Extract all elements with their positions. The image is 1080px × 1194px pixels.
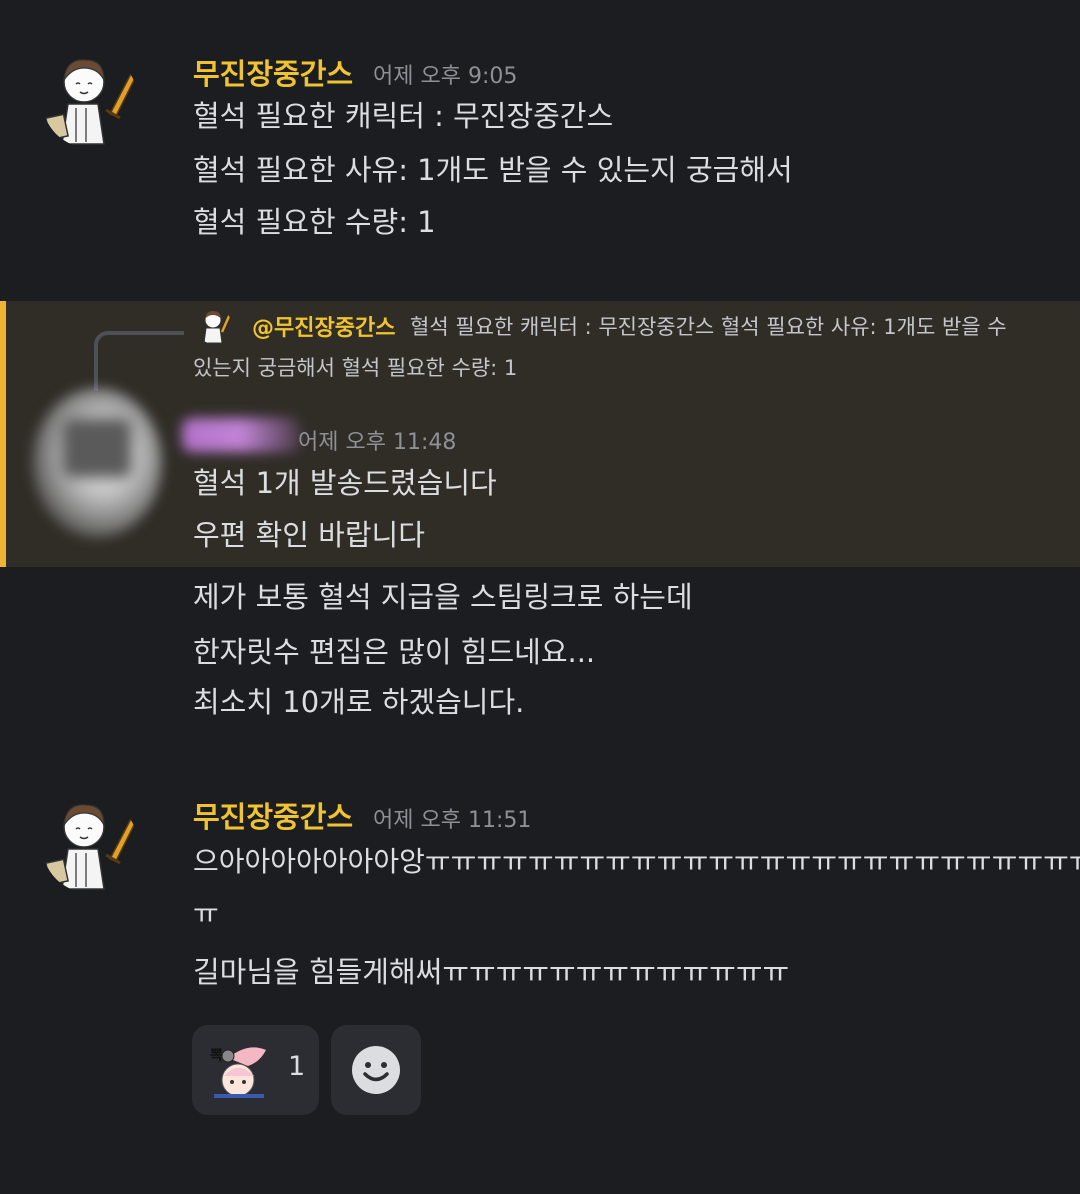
message-text: 으아아아아아아아앙ㅠㅠㅠㅠㅠㅠㅠㅠㅠㅠㅠㅠㅠㅠㅠㅠㅠㅠㅠㅠㅠㅠㅠㅠㅠㅠㅠ: [193, 845, 1080, 878]
message-text: 한자릿수 편집은 많이 힘드네요...: [193, 635, 596, 669]
svg-text:뽁: 뽁: [210, 1048, 223, 1064]
reply-connector: [94, 331, 184, 391]
username[interactable]: 무진장중간스: [193, 51, 353, 93]
custom-emoji-sticker-icon: 뽁: [208, 1040, 270, 1100]
reaction-button[interactable]: 뽁 1: [192, 1025, 319, 1115]
reaction-count: 1: [288, 1051, 306, 1082]
reply-preview-text[interactable]: 혈석 필요한 캐릭터 : 무진장중간스 혈석 필요한 사유: 1개도 받을 수: [410, 311, 1007, 341]
blurred-username[interactable]: [182, 418, 300, 452]
avatar[interactable]: [42, 797, 138, 893]
message-text: 길마님을 힘들게해써ㅠㅠㅠㅠㅠㅠㅠㅠㅠㅠㅠㅠㅠ: [193, 955, 790, 989]
smile-icon: [352, 1046, 400, 1094]
character-avatar-icon: [196, 308, 232, 344]
mention-highlight-bar: [0, 301, 6, 567]
message-text: 혈석 필요한 수량: 1: [193, 205, 436, 239]
username[interactable]: 무진장중간스: [193, 794, 353, 836]
timestamp[interactable]: 어제 오후 9:05: [373, 58, 517, 90]
message-text: 우편 확인 바랍니다: [193, 518, 425, 552]
reply-mention[interactable]: @무진장중간스: [252, 310, 395, 342]
message-text: 최소치 10개로 하겠습니다.: [193, 685, 525, 719]
character-avatar-icon: [42, 797, 138, 893]
chat-view: 무진장중간스 어제 오후 9:05 혈석 필요한 캐릭터 : 무진장중간스 혈석…: [0, 0, 1080, 1194]
blurred-avatar-detail: [62, 418, 132, 478]
message-text: 혈석 필요한 캐릭터 : 무진장중간스: [193, 99, 614, 133]
reply-avatar[interactable]: [196, 308, 232, 344]
avatar[interactable]: [42, 52, 138, 148]
timestamp[interactable]: 어제 오후 11:51: [373, 802, 531, 834]
message-text: 제가 보통 혈석 지급을 스팀링크로 하는데: [193, 580, 693, 614]
message-text: ㅠ: [193, 897, 219, 930]
character-avatar-icon: [42, 52, 138, 148]
add-reaction-button[interactable]: [331, 1025, 421, 1115]
message-text: 혈석 필요한 사유: 1개도 받을 수 있는지 궁금해서: [193, 153, 793, 187]
timestamp[interactable]: 어제 오후 11:48: [298, 424, 456, 456]
message-text: 혈석 1개 발송드렸습니다: [193, 466, 497, 500]
reply-preview-text[interactable]: 있는지 궁금해서 혈석 필요한 수량: 1: [193, 352, 517, 382]
